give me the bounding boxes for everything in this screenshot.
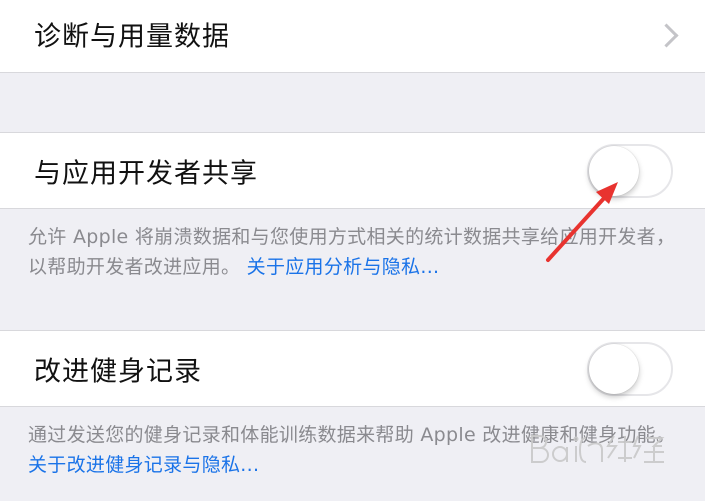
share-with-developers-toggle[interactable] xyxy=(587,143,673,198)
chevron-right-icon xyxy=(654,23,679,48)
share-with-developers-label: 与应用开发者共享 xyxy=(34,158,258,189)
baidu-jingyan-watermark xyxy=(531,435,665,463)
improve-activity-toggle[interactable] xyxy=(587,341,673,396)
share-with-developers-footer: 允许 Apple 将崩溃数据和与您使用方式相关的统计数据共享给应用开发者，以帮助… xyxy=(28,222,678,282)
improve-activity-row: 改进健身记录 xyxy=(0,330,705,407)
diagnostics-label: 诊断与用量数据 xyxy=(34,21,230,53)
improve-activity-label: 改进健身记录 xyxy=(34,356,202,387)
improve-activity-privacy-link[interactable]: 关于改进健身记录与隐私... xyxy=(28,454,259,476)
toggle-knob xyxy=(589,343,639,394)
toggle-knob xyxy=(589,145,639,196)
diagnostics-row[interactable]: 诊断与用量数据 xyxy=(0,0,705,73)
share-with-developers-row: 与应用开发者共享 xyxy=(0,132,705,209)
app-analytics-privacy-link[interactable]: 关于应用分析与隐私... xyxy=(247,256,440,278)
